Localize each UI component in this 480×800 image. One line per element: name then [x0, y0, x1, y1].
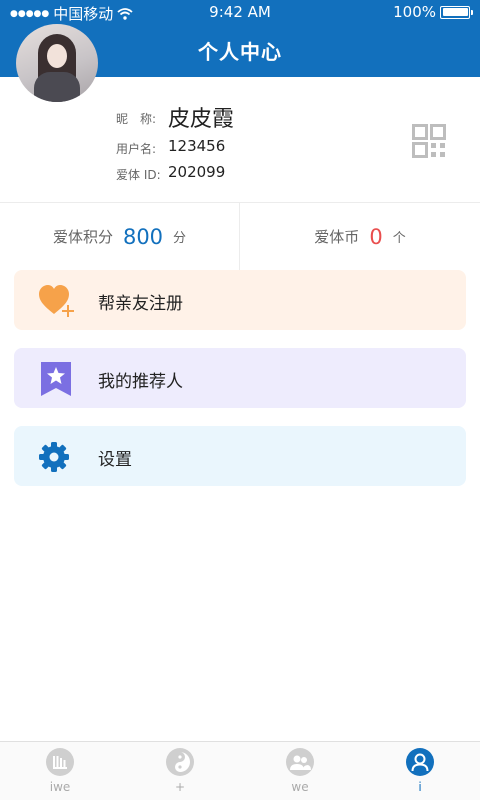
nickname-value: 皮皮霞 — [168, 107, 235, 132]
heart-plus-icon — [39, 285, 74, 317]
my-referrer-button[interactable]: 我的推荐人 — [14, 348, 466, 408]
tab-we[interactable]: we — [240, 742, 360, 800]
person-icon — [406, 748, 434, 776]
coins-unit: 个 — [392, 231, 406, 246]
tab-iwe[interactable]: iwe — [0, 742, 120, 800]
avatar[interactable] — [16, 24, 98, 102]
points-unit: 分 — [173, 231, 187, 246]
my-referrer-label: 我的推荐人 — [98, 372, 183, 392]
tab-i[interactable]: i — [360, 742, 480, 800]
battery-percent: 100% — [393, 3, 436, 21]
yin-yang-icon — [166, 748, 194, 776]
coins-stat[interactable]: 爱体币 0 个 — [240, 203, 480, 270]
points-stat[interactable]: 爱体积分 800 分 — [0, 203, 240, 270]
tab-plus-label: + — [174, 780, 186, 794]
register-friend-label: 帮亲友注册 — [98, 294, 183, 314]
tab-iwe-label: iwe — [49, 780, 71, 794]
tab-we-label: we — [291, 780, 309, 794]
status-bar: ●●●●● 中国移动 9:42 AM 100% — [0, 0, 480, 24]
settings-label: 设置 — [98, 450, 132, 470]
tab-plus[interactable]: + — [120, 742, 240, 800]
stats-row: 爱体积分 800 分 爱体币 0 个 — [0, 203, 480, 270]
tab-i-label: i — [418, 780, 422, 794]
star-bookmark-icon — [41, 362, 71, 396]
id-label: 爱体 ID: — [116, 168, 161, 182]
tab-bar: iwe + we i — [0, 741, 480, 800]
points-value: 800 — [122, 224, 164, 249]
bars-icon — [46, 748, 74, 776]
people-icon — [286, 748, 314, 776]
points-label: 爱体积分 — [52, 228, 113, 246]
coins-value: 0 — [369, 224, 383, 249]
settings-button[interactable]: 设置 — [14, 426, 466, 486]
nickname-label: 昵 称: — [116, 112, 157, 126]
qr-code-icon[interactable] — [412, 124, 446, 158]
register-friend-button[interactable]: 帮亲友注册 — [14, 270, 466, 330]
battery-icon — [440, 5, 473, 19]
username-label: 用户名: — [116, 142, 157, 156]
gear-icon — [39, 442, 69, 472]
coins-label: 爱体币 — [314, 228, 360, 246]
id-value: 202099 — [168, 163, 226, 181]
username-value: 123456 — [168, 137, 226, 155]
